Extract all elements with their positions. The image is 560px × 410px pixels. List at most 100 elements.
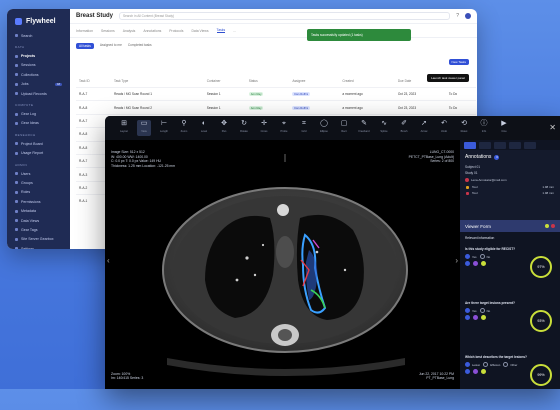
sidebar-section-label: COMPUTE bbox=[15, 103, 34, 108]
sidebar-item-metadata[interactable]: Metadata bbox=[7, 206, 70, 215]
annotator-row[interactable]: Lena.Annotator@mail.com bbox=[460, 176, 560, 184]
tab-analysis[interactable]: Analysis bbox=[123, 29, 136, 33]
crosshair-tool-button[interactable]: ✛ Cross bbox=[257, 120, 271, 136]
tool-label: Cross bbox=[260, 130, 268, 133]
tab-information[interactable]: Information bbox=[76, 29, 93, 33]
rotate-tool-button[interactable]: ↻ Rotate bbox=[237, 120, 251, 136]
rect-tool-button[interactable]: ▢ Rect bbox=[337, 120, 351, 136]
sidebar-item-gear-tags[interactable]: Gear Tags bbox=[7, 225, 70, 234]
cine-tool-button[interactable]: ▶ Cine bbox=[497, 120, 511, 136]
column-header[interactable]: Created bbox=[339, 75, 394, 88]
sidebar-item-project-board[interactable]: Project Board bbox=[7, 139, 70, 148]
sidebar-item-settings[interactable]: Settings bbox=[7, 244, 70, 249]
agreement-score-ring: 99% bbox=[530, 364, 552, 386]
ellipse-tool-button[interactable]: ◯ Ellipse bbox=[317, 120, 331, 136]
sidebar-item-roles[interactable]: Roles bbox=[7, 188, 70, 197]
filter-tab-all-tasks[interactable]: All tasks bbox=[76, 43, 94, 49]
answer-option[interactable]: Yes bbox=[465, 308, 477, 313]
tab-data-views[interactable]: Data Views bbox=[191, 29, 208, 33]
undo-tool-button[interactable]: ↶ Undo bbox=[437, 120, 451, 136]
level-tool-button[interactable]: ◐ Level bbox=[197, 120, 211, 136]
sidebar-item-usage-report[interactable]: Usage Report bbox=[7, 149, 70, 158]
arrow-tool-button[interactable]: ➚ Arrow bbox=[417, 120, 431, 136]
cell-text: Reads / MG Scan Round 2 bbox=[113, 105, 153, 110]
overlay-top-left: Image Size: 512 x 512 W: 400.00 WW: 1400… bbox=[111, 150, 175, 168]
sidebar-item-sessions[interactable]: Sessions bbox=[7, 61, 70, 70]
cell-text: Session 1 bbox=[206, 92, 221, 97]
table-cell: To Do bbox=[445, 86, 476, 101]
new-task-button[interactable]: New Tasks bbox=[448, 59, 469, 65]
table-cell: Dan Ruffini bbox=[289, 86, 340, 101]
column-header[interactable]: Task Type bbox=[111, 75, 204, 88]
panel-tab-more[interactable] bbox=[524, 141, 536, 149]
column-header[interactable]: Assignee bbox=[289, 75, 339, 88]
table-row[interactable]: R-A-8 Reads / MG Scan Round 2 Session 1 Ann… bbox=[76, 100, 476, 115]
answer-option[interactable]: No bbox=[479, 308, 491, 313]
freehand-tool-button[interactable]: ✎ Freehand bbox=[357, 120, 371, 136]
view-tool-button[interactable]: ▭ View bbox=[137, 120, 151, 136]
panel-tab-measure[interactable] bbox=[479, 141, 491, 149]
sidebar-item-jobs[interactable]: Jobs 18 bbox=[7, 80, 70, 89]
brand-logo[interactable]: Flywheel bbox=[7, 9, 70, 31]
spline-tool-button[interactable]: ∿ Spline bbox=[377, 120, 391, 136]
option-label: Yes bbox=[472, 254, 477, 259]
answer-option[interactable]: Effusion bbox=[483, 362, 500, 367]
answer-option[interactable]: Yes bbox=[465, 254, 477, 259]
sidebar-item-search[interactable]: Search bbox=[7, 31, 70, 40]
tab-annotations[interactable]: Annotations bbox=[143, 29, 161, 33]
grid-tool-button[interactable]: ⌗ Grid bbox=[297, 120, 311, 136]
probe-tool-button[interactable]: ⌖ Probe bbox=[277, 120, 291, 136]
chevron-left-icon[interactable]: ‹ bbox=[107, 256, 110, 265]
tab-sessions[interactable]: Sessions bbox=[101, 29, 115, 33]
tab-tasks[interactable]: Tasks bbox=[216, 28, 226, 33]
help-icon[interactable]: ? bbox=[456, 13, 459, 19]
column-header[interactable]: Container bbox=[204, 75, 246, 88]
tool-label: Layout bbox=[120, 130, 128, 133]
column-header[interactable]: Status bbox=[246, 75, 290, 88]
zoom-tool-button[interactable]: ⚲ Zoom bbox=[177, 120, 191, 136]
sidebar-item-data-views[interactable]: Data Views bbox=[7, 216, 70, 225]
cell-text: R-A-8 bbox=[79, 145, 88, 150]
sidebar-item-collections[interactable]: Collections bbox=[7, 70, 70, 79]
reset-icon: ⟲ bbox=[461, 120, 467, 127]
chevron-right-icon[interactable]: › bbox=[455, 256, 458, 265]
tool-label: Freehand bbox=[358, 130, 370, 133]
sidebar-item-gear-log[interactable]: Gear Log bbox=[7, 109, 70, 118]
close-icon[interactable]: ✕ bbox=[549, 123, 556, 132]
sidebar-item-groups[interactable]: Groups bbox=[7, 178, 70, 187]
reset-tool-button[interactable]: ⟲ Reset bbox=[457, 120, 471, 136]
sidebar-item-permissions[interactable]: Permissions bbox=[7, 197, 70, 206]
measurement-value: 1.98 mm bbox=[542, 191, 554, 195]
filter-tab-completed-tasks[interactable]: Completed tasks bbox=[128, 43, 152, 49]
answer-option[interactable]: Other bbox=[503, 362, 517, 367]
table-row[interactable]: R-A-7 Reads / MG Scan Round 1 Session 1 Ann… bbox=[76, 86, 476, 101]
panel-tab-info[interactable] bbox=[509, 141, 521, 149]
panel-tab-series[interactable] bbox=[494, 141, 506, 149]
ct-image-canvas[interactable]: Image Size: 512 x 512 W: 400.00 WW: 1400… bbox=[105, 140, 460, 389]
column-header[interactable]: Task ID bbox=[76, 75, 111, 88]
sidebar-item-users[interactable]: Users bbox=[7, 169, 70, 178]
panel-tab-annotations[interactable] bbox=[464, 141, 476, 149]
answer-option[interactable]: Lesion bbox=[465, 362, 480, 367]
sidebar-item-label: Search bbox=[21, 33, 33, 38]
top-bar: Breast Study Search in All Content (Brea… bbox=[70, 9, 477, 24]
layout-tool-button[interactable]: ⊞ Layout bbox=[117, 120, 131, 136]
option-label: No bbox=[486, 308, 491, 313]
sidebar-item-gear-ideas[interactable]: Gear Ideas bbox=[7, 119, 70, 128]
sidebar-item-upload-records[interactable]: Upload Records bbox=[7, 89, 70, 98]
info-tool-button[interactable]: ⓘ Info bbox=[477, 120, 491, 136]
pan-tool-button[interactable]: ✥ Pan bbox=[217, 120, 231, 136]
tab-protocols[interactable]: Protocols bbox=[169, 29, 183, 33]
form-question: Which best describes the target lesions?… bbox=[460, 352, 560, 389]
filter-tab-assigned-to-me[interactable]: Assigned to me bbox=[100, 43, 122, 49]
ruler-tool-button[interactable]: ⊢ Length bbox=[157, 120, 171, 136]
answer-option[interactable]: No bbox=[479, 254, 490, 259]
measurement-item[interactable]: Tool 1.98 mm bbox=[460, 190, 560, 196]
sidebar-item-projects[interactable]: Projects bbox=[7, 51, 70, 60]
sidebar-item-site-server-gearbox[interactable]: Site Server Gearbox bbox=[7, 235, 70, 244]
brush-tool-button[interactable]: ✐ Brush bbox=[397, 120, 411, 136]
search-input[interactable]: Search in All Content (Breast Study) bbox=[119, 12, 451, 20]
tab--[interactable]: ... bbox=[233, 29, 236, 33]
table-cell: a moment ago bbox=[339, 86, 395, 101]
avatar[interactable] bbox=[465, 13, 471, 19]
